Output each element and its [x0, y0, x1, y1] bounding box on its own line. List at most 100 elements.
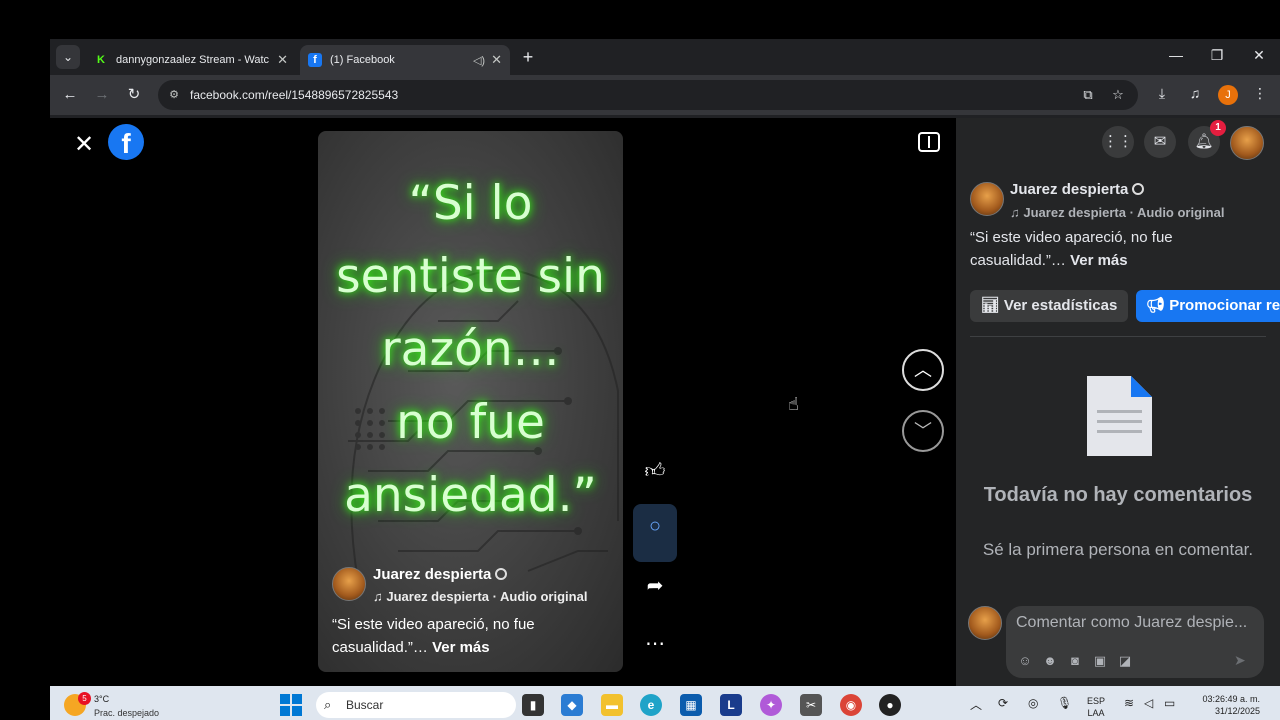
more-options-icon[interactable]: ⋯	[633, 622, 677, 666]
previous-reel-button[interactable]: ︿	[902, 349, 944, 391]
back-icon[interactable]: ←	[60, 85, 80, 105]
tab-search-icon[interactable]: ⌄	[56, 45, 80, 69]
verified-icon	[495, 568, 508, 580]
media-control-icon[interactable]: ♫	[1185, 85, 1205, 101]
site-info-icon[interactable]: ⚙	[166, 87, 182, 103]
store-app-icon[interactable]: ◆	[561, 694, 583, 716]
reel-viewer: ✕ f “Si lo sentiste sin razón… no fue an…	[50, 118, 956, 686]
file-explorer-icon[interactable]: ▬	[601, 694, 623, 716]
tab-title: (1) Facebook	[330, 54, 395, 66]
account-avatar[interactable]	[1230, 126, 1264, 160]
bookmark-star-icon[interactable]: ☆	[1110, 87, 1126, 103]
kick-icon: K	[97, 54, 105, 66]
promote-label: Promocionar re	[1169, 297, 1280, 314]
audio-text[interactable]: Juarez despierta · Audio original	[1023, 205, 1224, 220]
cast-icon[interactable]: ⧉	[1080, 87, 1096, 103]
messenger-icon[interactable]: ✉	[1144, 126, 1176, 158]
minimize-icon[interactable]: —	[1166, 47, 1186, 63]
windows-taskbar: 5 3°C Prac. despejado ⌕ Buscar ▮ ◆ ▬ e ▦…	[50, 686, 1280, 720]
tab-kick-stream[interactable]: K dannygonzaalez Stream - Watc ✕	[86, 45, 296, 75]
language-indicator[interactable]: ESP LAA	[1087, 695, 1105, 719]
tray-app-icon[interactable]: ◎	[1028, 696, 1038, 710]
author-name[interactable]: Juarez despierta	[373, 566, 508, 583]
profile-avatar[interactable]: J	[1218, 85, 1238, 105]
audio-line[interactable]: ♫ Juarez despierta · Audio original	[1010, 205, 1224, 220]
wifi-icon[interactable]: ≋	[1124, 696, 1134, 710]
author-avatar[interactable]	[970, 182, 1004, 216]
taskbar-search[interactable]: ⌕ Buscar	[316, 692, 516, 718]
download-icon[interactable]: ⤓	[1152, 85, 1172, 102]
clock-time: 03:26:49 a. m.	[1202, 694, 1260, 704]
comments-panel: ⋮⋮ ✉ 🔔︎ 1 Juarez despierta ♫ Juarez desp…	[956, 118, 1280, 686]
search-text: Buscar	[346, 698, 384, 712]
l-app-icon[interactable]: L	[720, 694, 742, 716]
commenter-avatar	[968, 606, 1002, 640]
tray-chevron-icon[interactable]: ︿	[970, 696, 982, 713]
tab-strip: ⌄ K dannygonzaalez Stream - Watc ✕ f (1)…	[50, 39, 1280, 75]
copilot-icon[interactable]: ✦	[760, 694, 782, 716]
like-icon[interactable]: 👍︎	[633, 449, 677, 493]
promote-button[interactable]: 📢︎ Promocionar re	[1136, 290, 1280, 322]
obs-icon[interactable]: ●	[879, 694, 901, 716]
no-comments-subtitle: Sé la primera persona en comentar.	[982, 540, 1254, 559]
author-name-text[interactable]: Juarez despierta	[373, 566, 491, 583]
reload-icon[interactable]: ↻	[124, 85, 144, 105]
comment-icon[interactable]: ○	[633, 504, 677, 562]
windows-start-icon[interactable]	[280, 694, 302, 716]
address-bar[interactable]: ⚙ facebook.com/reel/1548896572825543 ⧉ ☆	[158, 80, 1138, 110]
avatar-sticker-icon[interactable]: ☺	[1016, 652, 1034, 670]
emoji-icon[interactable]: ☻	[1041, 652, 1059, 670]
battery-icon[interactable]: ▭	[1164, 696, 1175, 710]
gif-icon[interactable]: ▣	[1091, 652, 1109, 670]
author-name[interactable]: Juarez despierta	[1010, 181, 1145, 198]
audio-line[interactable]: ♫ Juarez despierta · Audio original	[373, 589, 587, 604]
task-view-icon[interactable]: ▮	[522, 694, 544, 716]
close-tab-icon[interactable]: ✕	[277, 52, 288, 68]
send-icon[interactable]: ➤	[1234, 652, 1246, 669]
close-tab-icon[interactable]: ✕	[491, 52, 502, 68]
camera-icon[interactable]: ◙	[1066, 652, 1084, 670]
restore-icon[interactable]: ❐	[1207, 47, 1227, 64]
toolbar: ← → ↻ ⚙ facebook.com/reel/15488965728255…	[50, 75, 1280, 115]
see-more-link[interactable]: Ver más	[1070, 252, 1128, 269]
sticker-icon[interactable]: ◪	[1116, 652, 1134, 670]
snipping-tool-icon[interactable]: ✂	[800, 694, 822, 716]
author-name-text[interactable]: Juarez despierta	[1010, 181, 1128, 198]
system-clock[interactable]: 03:26:49 a. m. 31/12/2025	[1190, 693, 1260, 717]
close-window-icon[interactable]: ✕	[1249, 47, 1269, 64]
weather-condition: Prac. despejado	[94, 708, 160, 718]
browser-chrome: ⌄ K dannygonzaalez Stream - Watc ✕ f (1)…	[50, 39, 1280, 118]
forward-icon[interactable]: →	[92, 85, 112, 105]
tab-facebook[interactable]: f (1) Facebook ◁) ✕	[300, 45, 510, 75]
menu-grid-icon[interactable]: ⋮⋮	[1102, 126, 1134, 158]
tab-title: dannygonzaalez Stream - Watc	[116, 54, 270, 66]
reel-quote-text: “Si lo sentiste sin razón… no fue ansied…	[336, 176, 605, 523]
audio-text[interactable]: Juarez despierta · Audio original	[386, 589, 587, 604]
facebook-logo-icon[interactable]: f	[108, 124, 144, 160]
view-stats-button[interactable]: 📊︎ Ver estadísticas	[970, 290, 1128, 322]
stats-label: Ver estadísticas	[1003, 297, 1118, 314]
toggle-panel-icon[interactable]	[918, 132, 940, 152]
reel-video[interactable]: “Si lo sentiste sin razón… no fue ansied…	[318, 131, 623, 672]
speaker-icon[interactable]: ◁)	[473, 54, 485, 67]
close-icon[interactable]: ✕	[72, 130, 96, 159]
megaphone-icon: 📢︎	[1146, 297, 1170, 314]
comment-composer: ☺ ☻ ◙ ▣ ◪ ➤	[1006, 606, 1264, 678]
next-reel-button[interactable]: ﹀	[902, 410, 944, 452]
panel-caption: “Si este video apareció, no fue casualid…	[970, 226, 1270, 272]
comment-input[interactable]	[1016, 614, 1256, 632]
share-icon[interactable]: ➦	[633, 564, 677, 608]
microsoft-store-icon[interactable]: ▦	[680, 694, 702, 716]
edge-icon[interactable]: e	[640, 694, 662, 716]
menu-kebab-icon[interactable]: ⋮	[1250, 85, 1270, 102]
new-tab-icon[interactable]: +	[518, 47, 538, 68]
microphone-icon[interactable]: 🎙︎	[1057, 696, 1072, 710]
url-text[interactable]: facebook.com/reel/1548896572825543	[190, 88, 398, 102]
see-more-link[interactable]: Ver más	[432, 639, 490, 656]
mouse-cursor-icon: ☝︎	[788, 394, 799, 414]
chrome-icon[interactable]: ◉	[840, 694, 862, 716]
tray-sync-icon[interactable]: ⟳	[998, 696, 1008, 710]
author-avatar[interactable]	[332, 567, 366, 601]
notification-badge: 1	[1210, 120, 1226, 136]
volume-icon[interactable]: ◁	[1144, 696, 1153, 710]
